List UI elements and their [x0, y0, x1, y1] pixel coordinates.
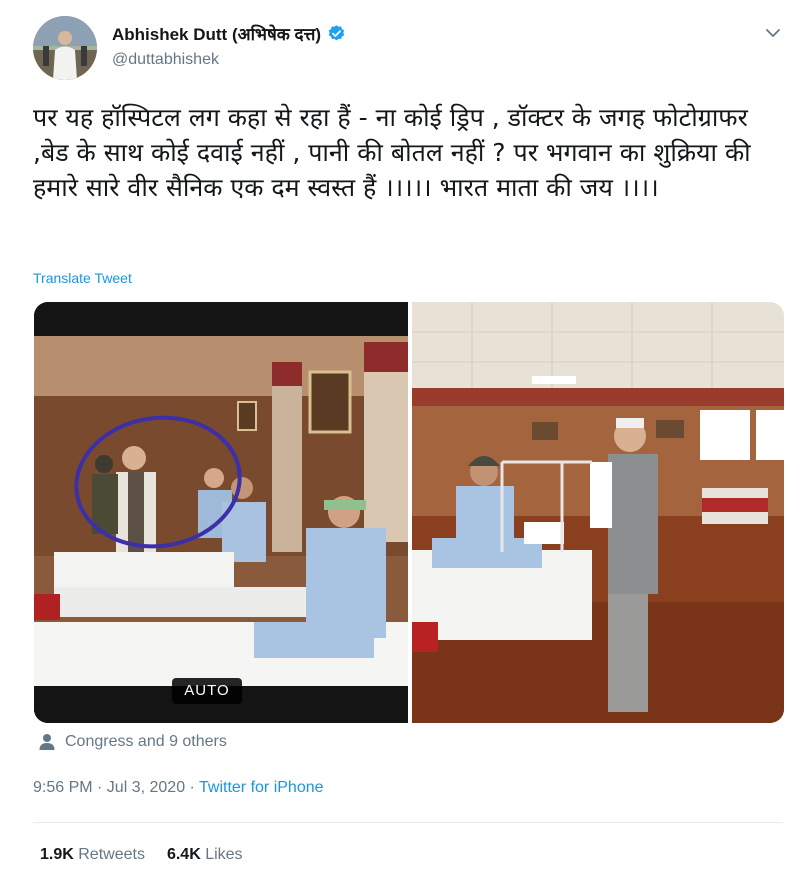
chevron-down-icon[interactable] [764, 24, 782, 42]
person-icon [39, 734, 55, 750]
avatar[interactable] [33, 16, 97, 80]
translate-tweet-link[interactable]: Translate Tweet [33, 270, 132, 286]
tweet-media[interactable] [34, 302, 784, 723]
avatar-photo [33, 16, 97, 80]
media-auto-badge: AUTO [172, 678, 242, 704]
ward-photo [34, 302, 408, 723]
retweets-stat[interactable]: 1.9K Retweets [40, 846, 145, 864]
user-handle[interactable]: @duttabhishek [112, 51, 219, 69]
user-name[interactable]: Abhishek Dutt (अभिषेक दत्त) [112, 22, 346, 45]
liked-by-text: Congress and 9 others [65, 733, 227, 750]
retweets-count: 1.9K [40, 846, 74, 863]
divider [33, 822, 783, 823]
user-name-text: Abhishek Dutt (अभिषेक दत्त) [112, 25, 321, 44]
media-image-ward-visit[interactable] [412, 302, 784, 723]
tweet-timestamp[interactable]: 9:56 PM · Jul 3, 2020 · [33, 779, 199, 796]
visit-photo [412, 302, 784, 723]
tweet-meta: 9:56 PM · Jul 3, 2020 · Twitter for iPho… [33, 779, 324, 797]
likes-count: 6.4K [166, 846, 201, 863]
tweet-source-link[interactable]: Twitter for iPhone [199, 779, 324, 796]
liked-by-row[interactable]: Congress and 9 others [38, 733, 227, 751]
tweet-text: पर यह हॉस्पिटल लग कहा से रहा हैं - ना को… [33, 103, 751, 202]
retweets-label: Retweets [78, 846, 145, 863]
verified-badge-icon [328, 25, 345, 41]
likes-stat[interactable]: 6.4K Likes [167, 846, 243, 864]
media-image-hospital-ward[interactable] [34, 302, 408, 723]
likes-label: Likes [205, 846, 243, 863]
tweet-stats: 1.9K Retweets 6.4K Likes [40, 846, 243, 864]
